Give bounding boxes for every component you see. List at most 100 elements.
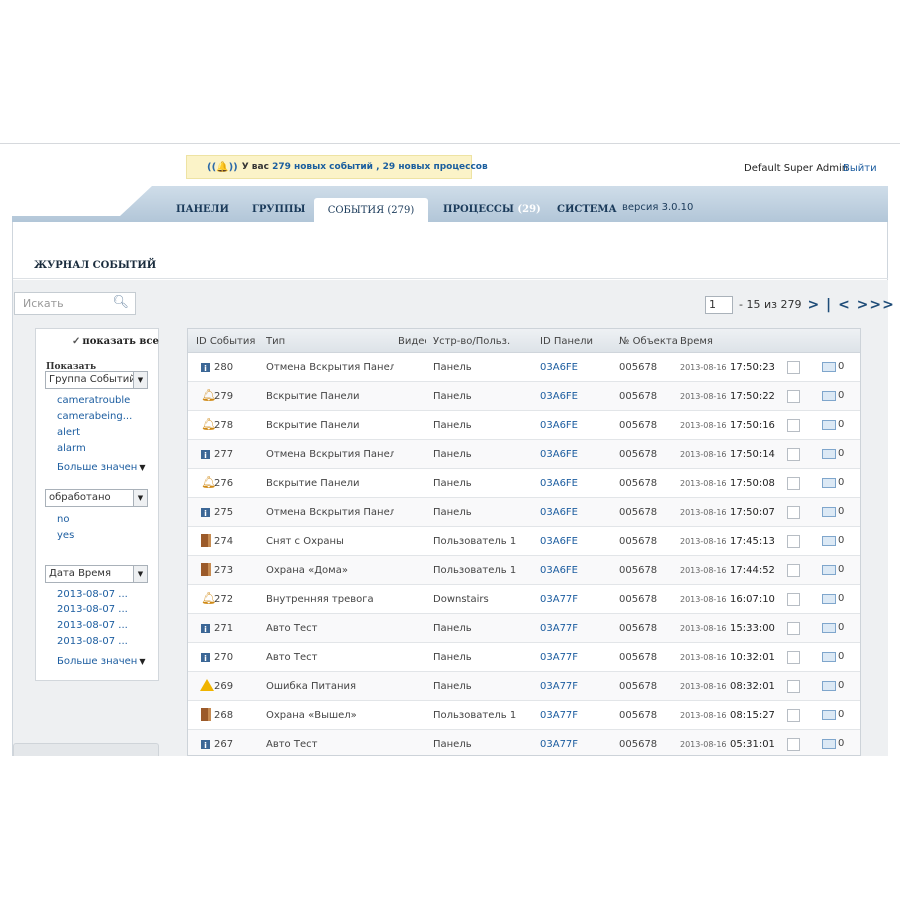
tab-groups[interactable]: ГРУППЫ bbox=[252, 204, 305, 215]
cell-panel-id[interactable]: 03A6FE bbox=[540, 565, 578, 576]
cell-panel-id[interactable]: 03A77F bbox=[540, 652, 578, 663]
datetime-select[interactable]: Дата Время ▼ bbox=[45, 565, 148, 583]
filter-option[interactable]: alarm bbox=[57, 443, 86, 454]
notice-processes-text[interactable]: новых процессов bbox=[398, 162, 487, 172]
processed-select[interactable]: обработано ▼ bbox=[45, 489, 148, 507]
tab-panels[interactable]: ПАНЕЛИ bbox=[176, 204, 229, 215]
table-row[interactable]: 273 Охрана «Дома» Пользователь 1 03A6FE 0056… bbox=[188, 556, 860, 585]
table-row[interactable]: i 280 Отмена Вскрытия Панели Панель 03A6FE 00… bbox=[188, 353, 860, 382]
info-icon: i bbox=[201, 508, 210, 518]
cell-type: Вскрытие Панели bbox=[266, 478, 360, 489]
table-row[interactable]: 268 Охрана «Вышел» Пользователь 1 03A77F 005… bbox=[188, 701, 860, 730]
mail-icon[interactable] bbox=[822, 710, 836, 720]
next-page-icon[interactable]: > bbox=[807, 297, 820, 313]
tab-processes[interactable]: ПРОЦЕССЫ (29) bbox=[443, 204, 541, 215]
filter-option[interactable]: camerabeing... bbox=[57, 411, 132, 422]
tab-system[interactable]: СИСТЕМА bbox=[557, 204, 617, 215]
cell-object: 005678 bbox=[619, 594, 658, 605]
mail-icon[interactable] bbox=[822, 536, 836, 546]
row-checkbox[interactable] bbox=[787, 738, 800, 751]
filter-option[interactable]: 2013-08-07 ... bbox=[57, 604, 128, 615]
row-checkbox[interactable] bbox=[787, 651, 800, 664]
table-row[interactable]: 🔔︎ 276 Вскрытие Панели Панель 03A6FE 005678 20… bbox=[188, 469, 860, 498]
mail-icon[interactable] bbox=[822, 623, 836, 633]
logout-link[interactable]: Выйти bbox=[843, 163, 877, 174]
cell-panel-id[interactable]: 03A6FE bbox=[540, 362, 578, 373]
col-header-id[interactable]: ID События bbox=[196, 336, 255, 347]
cell-panel-id[interactable]: 03A6FE bbox=[540, 478, 578, 489]
cell-panel-id[interactable]: 03A77F bbox=[540, 681, 578, 692]
notice-events-count[interactable]: 279 bbox=[272, 162, 291, 172]
mail-icon[interactable] bbox=[822, 420, 836, 430]
row-checkbox[interactable] bbox=[787, 622, 800, 635]
notice-events-text[interactable]: новых событий , bbox=[294, 162, 380, 172]
table-row[interactable]: 269 Ошибка Питания Панель 03A77F 005678 2013-… bbox=[188, 672, 860, 701]
notice-processes-count[interactable]: 29 bbox=[383, 162, 396, 172]
more-values-link[interactable]: Больше значен ▼ bbox=[57, 656, 145, 667]
col-header-device[interactable]: Устр-во/Польз. bbox=[433, 336, 510, 347]
filter-option[interactable]: 2013-08-07 ... bbox=[57, 620, 128, 631]
row-checkbox[interactable] bbox=[787, 535, 800, 548]
filter-option[interactable]: no bbox=[57, 514, 69, 525]
event-group-select[interactable]: Группа Событий ▼ bbox=[45, 371, 148, 389]
row-checkbox[interactable] bbox=[787, 709, 800, 722]
table-row[interactable]: i 270 Авто Тест Панель 03A77F 005678 2013-08-1… bbox=[188, 643, 860, 672]
cell-panel-id[interactable]: 03A6FE bbox=[540, 449, 578, 460]
more-values-link[interactable]: Больше значен ▼ bbox=[57, 462, 145, 473]
col-header-object[interactable]: № Объекта bbox=[619, 336, 678, 347]
table-row[interactable]: i 267 Авто Тест Панель 03A77F 005678 2013-08-1… bbox=[188, 730, 860, 755]
processed-value: обработано bbox=[49, 492, 111, 503]
show-all-button[interactable]: ✓ показать все bbox=[72, 336, 159, 347]
tab-events[interactable]: СОБЫТИЯ (279) bbox=[314, 198, 428, 222]
table-row[interactable]: i 277 Отмена Вскрытия Панели Панель 03A6FE 00… bbox=[188, 440, 860, 469]
row-checkbox[interactable] bbox=[787, 448, 800, 461]
cell-panel-id[interactable]: 03A6FE bbox=[540, 536, 578, 547]
row-checkbox[interactable] bbox=[787, 419, 800, 432]
col-header-video[interactable]: Видео bbox=[398, 336, 426, 347]
filter-option[interactable]: 2013-08-07 ... bbox=[57, 589, 128, 600]
row-checkbox[interactable] bbox=[787, 564, 800, 577]
mail-icon[interactable] bbox=[822, 739, 836, 749]
cell-panel-id[interactable]: 03A77F bbox=[540, 710, 578, 721]
cell-panel-id[interactable]: 03A77F bbox=[540, 739, 578, 750]
mail-icon[interactable] bbox=[822, 681, 836, 691]
mail-icon[interactable] bbox=[822, 362, 836, 372]
filter-option[interactable]: 2013-08-07 ... bbox=[57, 636, 128, 647]
row-checkbox[interactable] bbox=[787, 390, 800, 403]
col-header-time[interactable]: Время bbox=[680, 336, 713, 347]
mail-icon[interactable] bbox=[822, 565, 836, 575]
mail-icon[interactable] bbox=[822, 594, 836, 604]
filter-option[interactable]: yes bbox=[57, 530, 74, 541]
cell-panel-id[interactable]: 03A6FE bbox=[540, 420, 578, 431]
mail-icon[interactable] bbox=[822, 478, 836, 488]
table-row[interactable]: i 275 Отмена Вскрытия Панели Панель 03A6FE 00… bbox=[188, 498, 860, 527]
cell-panel-id[interactable]: 03A77F bbox=[540, 594, 578, 605]
table-row[interactable]: 🔔︎ 279 Вскрытие Панели Панель 03A6FE 005678 20… bbox=[188, 382, 860, 411]
col-header-panel-id[interactable]: ID Панели bbox=[540, 336, 593, 347]
search-icon[interactable]: 🔍︎ bbox=[112, 295, 129, 310]
mail-icon[interactable] bbox=[822, 391, 836, 401]
mail-icon[interactable] bbox=[822, 652, 836, 662]
page-number-input[interactable]: 1 bbox=[705, 295, 733, 314]
row-checkbox[interactable] bbox=[787, 477, 800, 490]
last-page-icon[interactable]: >>> bbox=[857, 297, 895, 313]
table-row[interactable]: i 271 Авто Тест Панель 03A77F 005678 2013-08-1… bbox=[188, 614, 860, 643]
filter-option[interactable]: alert bbox=[57, 427, 80, 438]
mail-icon[interactable] bbox=[822, 449, 836, 459]
cell-panel-id[interactable]: 03A77F bbox=[540, 623, 578, 634]
cell-panel-id[interactable]: 03A6FE bbox=[540, 391, 578, 402]
table-row[interactable]: 274 Снят с Охраны Пользователь 1 03A6FE 0056… bbox=[188, 527, 860, 556]
filter-option[interactable]: cameratrouble bbox=[57, 395, 130, 406]
table-row[interactable]: 🔔︎ 272 Внутренняя тревога Downstairs 03A77F 0… bbox=[188, 585, 860, 614]
cell-panel-id[interactable]: 03A6FE bbox=[540, 507, 578, 518]
mail-icon[interactable] bbox=[822, 507, 836, 517]
table-row[interactable]: 🔔︎ 278 Вскрытие Панели Панель 03A6FE 005678 20… bbox=[188, 411, 860, 440]
search-input[interactable]: Искать 🔍︎ bbox=[14, 292, 136, 315]
row-checkbox[interactable] bbox=[787, 593, 800, 606]
prev-page-icon[interactable]: < bbox=[838, 297, 851, 313]
row-checkbox[interactable] bbox=[787, 680, 800, 693]
notification-bar[interactable]: ((🔔)) У вас 279 новых событий , 29 новых… bbox=[186, 155, 488, 179]
col-header-type[interactable]: Тип bbox=[266, 336, 285, 347]
row-checkbox[interactable] bbox=[787, 506, 800, 519]
row-checkbox[interactable] bbox=[787, 361, 800, 374]
